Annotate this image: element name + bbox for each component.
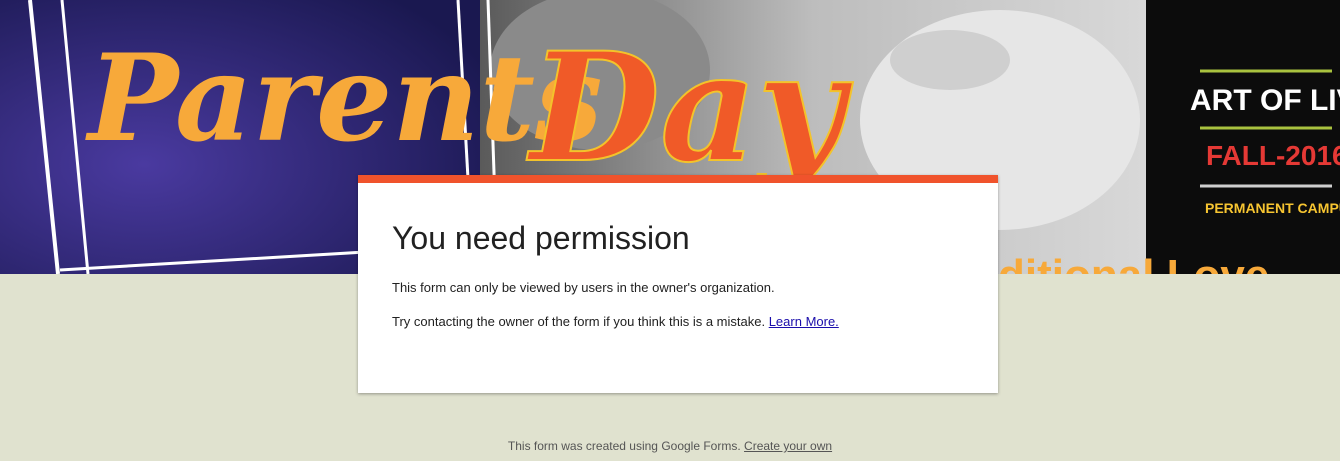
- banner-partial-text: ditional Love: [998, 251, 1269, 274]
- create-your-own-link[interactable]: Create your own: [744, 439, 832, 453]
- card-message-line2: Try contacting the owner of the form if …: [392, 313, 998, 331]
- banner-brand-title: ART OF LIVING: [1190, 84, 1340, 117]
- card-accent-bar: [358, 175, 998, 183]
- footer-text: This form was created using Google Forms…: [507, 439, 741, 453]
- banner-brand-sub: PERMANENT CAMPUS: [1205, 200, 1340, 216]
- card-message-line1: This form can only be viewed by users in…: [392, 280, 775, 295]
- card-message-line2-text: Try contacting the owner of the form if …: [392, 314, 766, 329]
- card-title: You need permission: [392, 220, 690, 256]
- permission-card: You need permission This form can only b…: [358, 175, 998, 393]
- banner-brand-term: FALL-2016: [1206, 140, 1340, 171]
- banner-parents-text: Parents: [85, 28, 603, 169]
- footer: This form was created using Google Forms…: [0, 439, 1340, 453]
- banner-day-text: Day: [526, 20, 853, 196]
- learn-more-link[interactable]: Learn More.: [769, 314, 839, 329]
